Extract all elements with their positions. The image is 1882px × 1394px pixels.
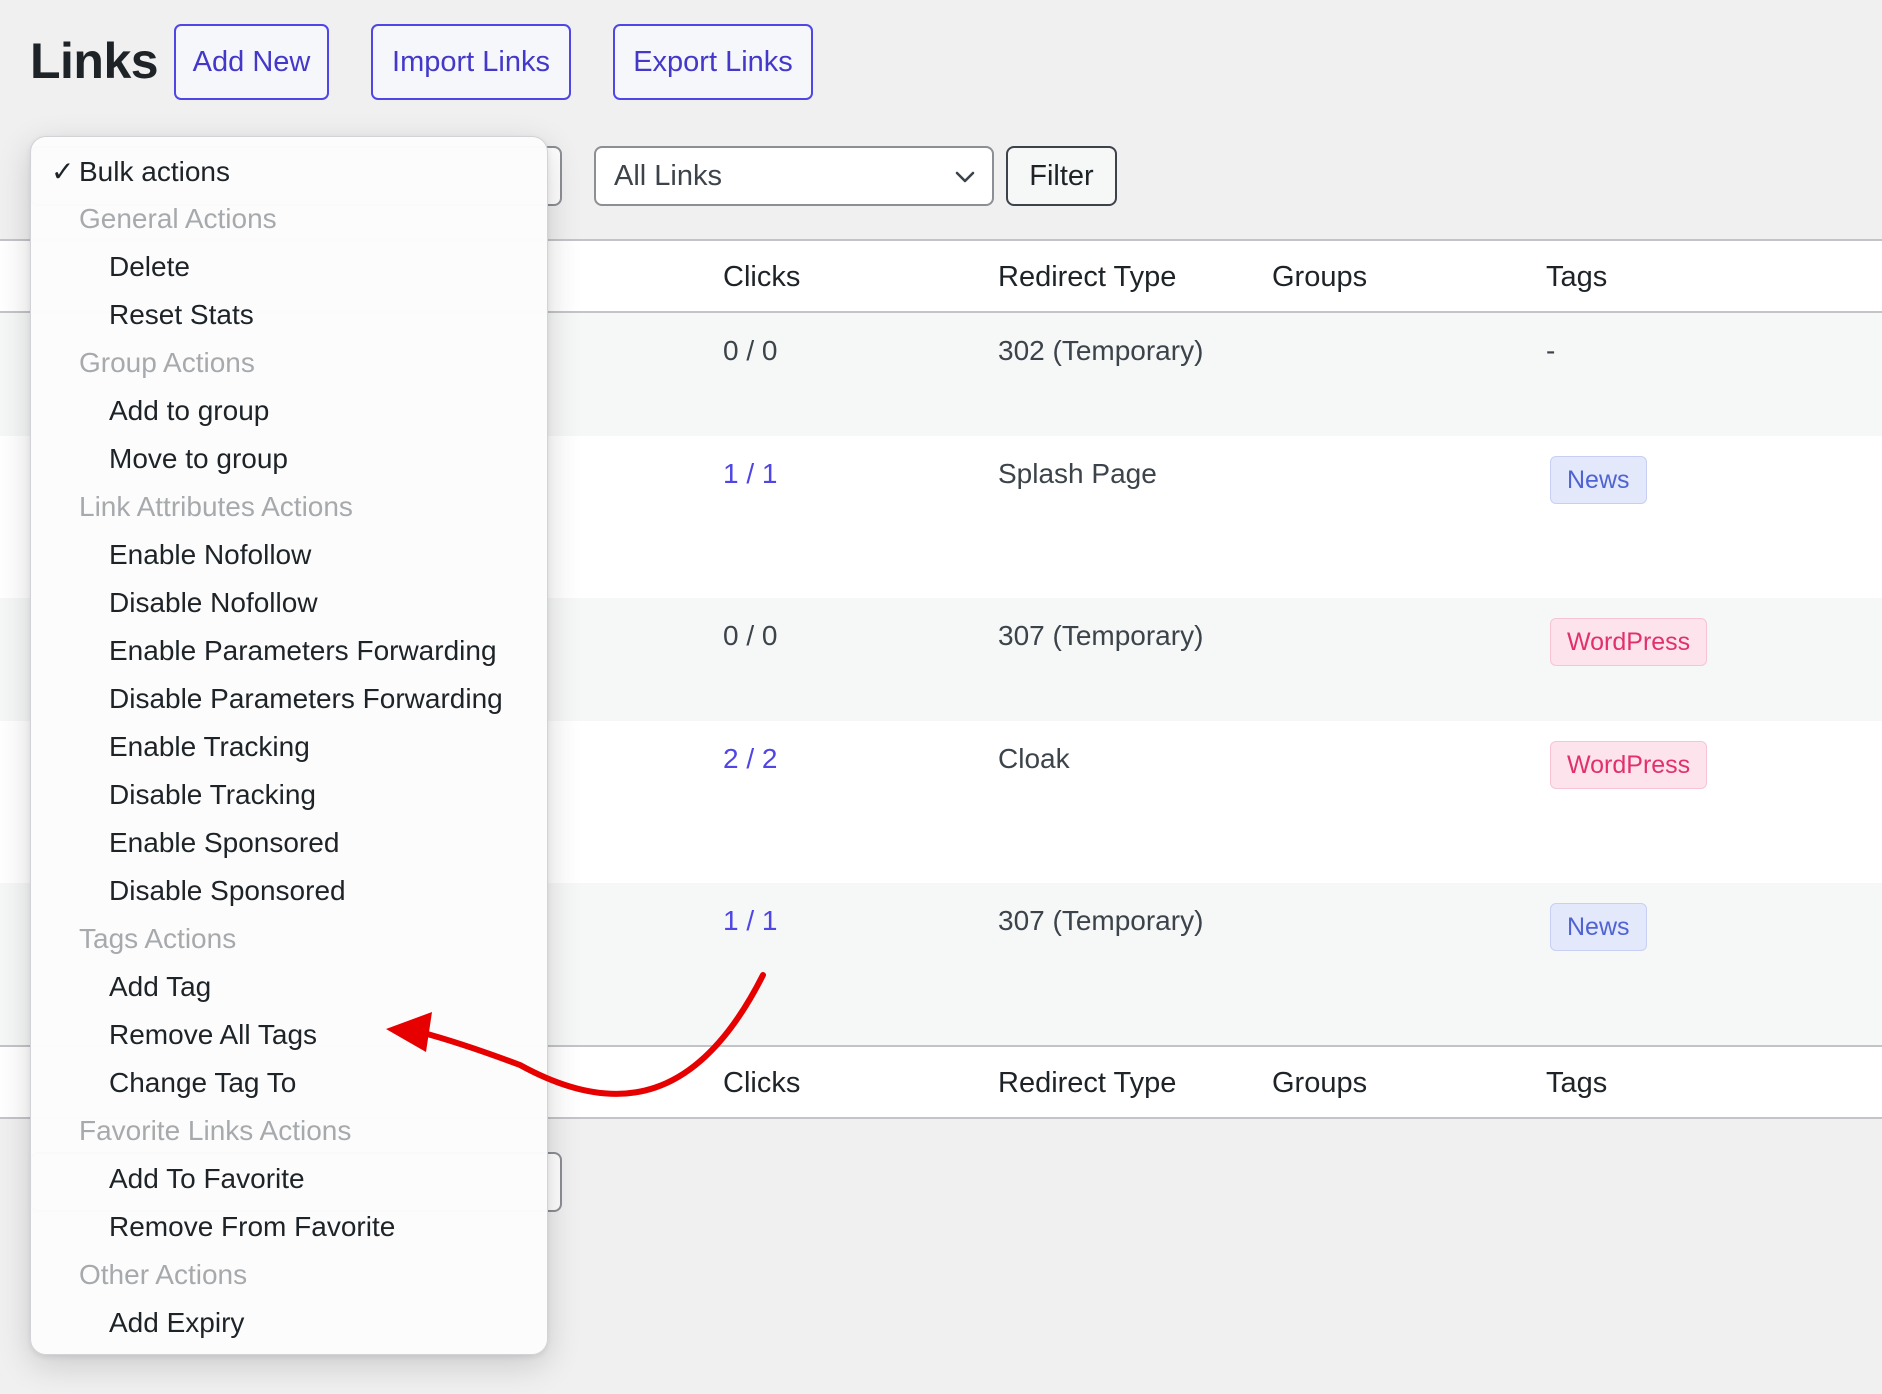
column-redirect-type[interactable]: Redirect Type [998,261,1176,294]
column-groups[interactable]: Groups [1272,261,1367,294]
column-tags[interactable]: Tags [1546,1067,1607,1100]
optgroup-general-actions: General Actions [79,203,277,234]
tag-badge-news[interactable]: News [1550,456,1647,504]
bulk-actions-label: Bulk actions [79,156,230,187]
bulk-actions-dropdown: ✓ Bulk actions General Actions Delete Res… [30,136,548,1355]
links-filter-value: All Links [614,159,722,192]
links-filter-select[interactable]: All Links [594,146,994,206]
option-add-tag[interactable]: Add Tag [109,971,211,1003]
column-redirect-type[interactable]: Redirect Type [998,1067,1176,1100]
option-enable-nofollow[interactable]: Enable Nofollow [109,539,311,571]
option-enable-parameters-forwarding[interactable]: Enable Parameters Forwarding [109,635,497,667]
page-title: Links [30,33,159,89]
option-enable-tracking[interactable]: Enable Tracking [109,731,310,763]
redirect-type-value: Cloak [998,743,1070,774]
clicks-link[interactable]: 1 / 1 [723,905,777,937]
clicks-value: 0 / 0 [723,620,778,651]
optgroup-other-actions: Other Actions [79,1259,248,1290]
redirect-type-value: 307 (Temporary) [998,905,1204,936]
clicks-link[interactable]: 2 / 2 [723,743,777,775]
option-add-to-favorite[interactable]: Add To Favorite [109,1163,305,1195]
option-change-tag-to[interactable]: Change Tag To [109,1067,296,1099]
column-clicks[interactable]: Clicks [723,1067,800,1100]
clicks-link[interactable]: 1 / 1 [723,458,777,490]
tag-badge-news[interactable]: News [1550,903,1647,951]
optgroup-group-actions: Group Actions [79,347,255,378]
option-disable-tracking[interactable]: Disable Tracking [109,779,316,811]
option-move-to-group[interactable]: Move to group [109,443,288,475]
tag-badge-wordpress[interactable]: WordPress [1550,618,1708,666]
option-add-to-group[interactable]: Add to group [109,395,269,427]
checkmark-icon: ✓ [51,156,75,187]
option-delete[interactable]: Delete [109,251,190,283]
redirect-type-value: 307 (Temporary) [998,620,1204,651]
bulk-actions-selected-option[interactable]: ✓ Bulk actions [51,155,230,188]
optgroup-link-attributes-actions: Link Attributes Actions [79,491,353,522]
option-remove-all-tags[interactable]: Remove All Tags [109,1019,317,1051]
filter-button[interactable]: Filter [1006,146,1117,206]
option-remove-from-favorite[interactable]: Remove From Favorite [109,1211,395,1243]
column-groups[interactable]: Groups [1272,1067,1367,1100]
chevron-down-icon [955,171,975,183]
add-new-button[interactable]: Add New [174,24,329,100]
option-enable-sponsored[interactable]: Enable Sponsored [109,827,339,859]
option-add-expiry[interactable]: Add Expiry [109,1307,244,1339]
option-disable-nofollow[interactable]: Disable Nofollow [109,587,318,619]
tags-empty: - [1546,335,1556,366]
option-disable-parameters-forwarding[interactable]: Disable Parameters Forwarding [109,683,503,715]
option-reset-stats[interactable]: Reset Stats [109,299,254,331]
optgroup-favorite-links-actions: Favorite Links Actions [79,1115,352,1146]
column-clicks[interactable]: Clicks [723,261,800,294]
redirect-type-value: Splash Page [998,458,1157,489]
option-disable-sponsored[interactable]: Disable Sponsored [109,875,346,907]
tag-badge-wordpress[interactable]: WordPress [1550,741,1708,789]
column-tags[interactable]: Tags [1546,261,1607,294]
redirect-type-value: 302 (Temporary) [998,335,1204,366]
clicks-value: 0 / 0 [723,335,778,366]
optgroup-tags-actions: Tags Actions [79,923,237,954]
export-links-button[interactable]: Export Links [613,24,813,100]
import-links-button[interactable]: Import Links [371,24,571,100]
